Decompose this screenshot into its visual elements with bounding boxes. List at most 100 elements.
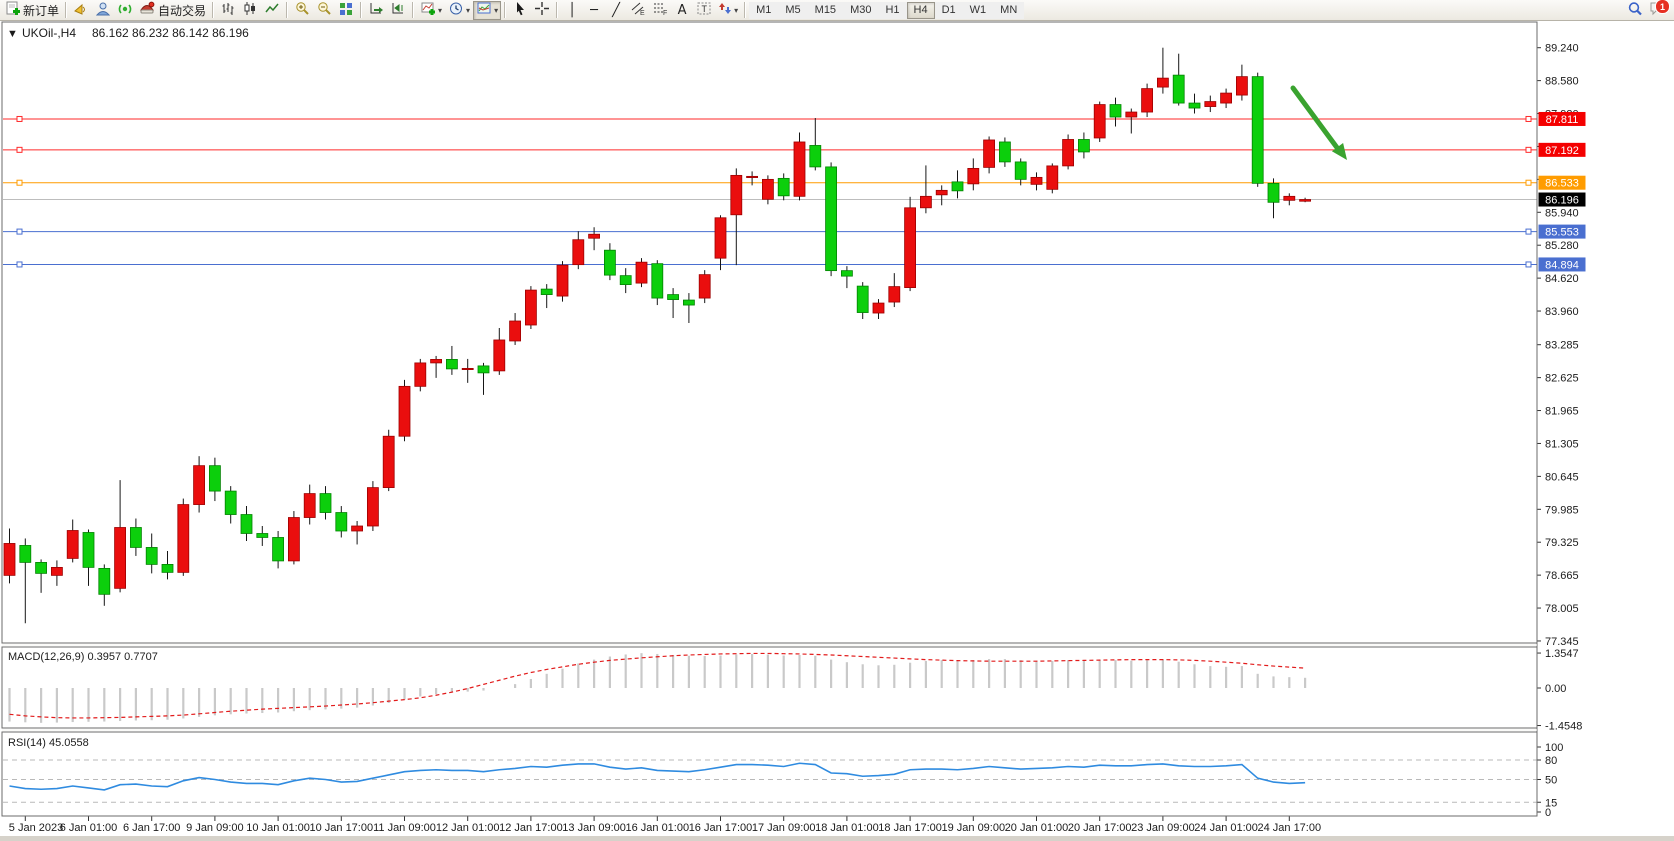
timeframe-button-w1[interactable]: W1 [963,2,994,19]
line-handle[interactable] [17,180,22,185]
time-axis-label: 12 Jan 01:00 [436,822,500,834]
alert-sound-button[interactable] [70,1,92,20]
candle [952,182,963,191]
periods-button[interactable]: ▾ [445,1,473,20]
bar-chart-button[interactable] [217,1,239,20]
line-handle[interactable] [17,116,22,121]
candle [1205,102,1216,107]
candle [652,264,663,298]
candle [1047,166,1058,189]
auto-scroll-icon [368,1,384,19]
notifications-button[interactable]: 1 [1646,0,1668,20]
candle [1094,105,1105,138]
support-button[interactable] [92,1,114,20]
time-axis-label: 20 Jan 17:00 [1068,822,1132,834]
line-handle[interactable] [17,262,22,267]
candle [478,366,489,373]
candle [415,363,426,386]
timeframe-button-m15[interactable]: M15 [808,2,843,19]
toolbar: 新订单 自动交易 [0,0,1674,21]
search-button[interactable] [1624,1,1646,20]
candle [241,515,252,534]
toolbar-separator [744,2,746,18]
candle [826,167,837,271]
arrows-tool-button[interactable]: ▾ [715,1,741,20]
time-axis-label: 13 Jan 09:00 [562,822,626,834]
horizontal-line-tool-button[interactable]: ─ [583,1,605,20]
price-axis-label: 85.280 [1545,240,1579,252]
candle [510,321,521,341]
candlestick-chart-button[interactable] [239,1,261,20]
candle [288,518,299,561]
price-axis-label: 84.620 [1545,273,1579,285]
templates-button[interactable]: ▾ [473,1,501,20]
line-handle[interactable] [17,229,22,234]
price-axis-label: 89.240 [1545,43,1579,55]
trendline-tool-button[interactable]: ╱ [605,1,627,20]
new-order-button[interactable]: 新订单 [2,1,62,20]
candle [1221,93,1232,103]
cursor-tool-button[interactable] [509,1,531,20]
search-icon [1627,1,1643,20]
candle [715,218,726,258]
candle [984,140,995,167]
dropdown-arrow-icon: ▾ [494,6,498,15]
price-axis-label: 78.665 [1545,570,1579,582]
timeframe-button-h1[interactable]: H1 [878,2,906,19]
candle [273,537,284,560]
timeframe-button-m30[interactable]: M30 [843,2,878,19]
candle [320,494,331,513]
fibonacci-tool-button[interactable]: F [649,1,671,20]
line-handle[interactable] [1526,262,1531,267]
price-level-badge-label: 85.553 [1545,227,1579,239]
new-order-label: 新订单 [23,2,59,19]
timeframe-button-d1[interactable]: D1 [935,2,963,19]
equidistant-channel-icon: E [630,1,646,19]
autotrading-button[interactable]: 自动交易 [136,1,209,20]
zoom-in-button[interactable] [291,1,313,20]
candle [83,532,94,567]
candle [446,359,457,368]
horn-icon [73,1,89,19]
line-handle[interactable] [1526,229,1531,234]
timeframe-button-h4[interactable]: H4 [907,2,935,19]
notification-badge: 1 [1655,0,1670,14]
candle [257,533,268,537]
timeframe-button-mn[interactable]: MN [993,2,1024,19]
chart-collapse-icon[interactable]: ▼ [7,28,18,40]
channel-tool-button[interactable]: E [627,1,649,20]
support-person-icon [95,1,111,19]
text-label-tool-button[interactable]: T [693,1,715,20]
candle [778,178,789,195]
chart-canvas[interactable]: 89.24088.58087.92087.26086.60085.94085.2… [0,0,1674,841]
candle [1284,196,1295,200]
candle [589,234,600,238]
macd-axis-label: 1.3547 [1545,648,1579,660]
toolbar-separator [556,2,558,18]
price-axis-label: 82.625 [1545,373,1579,385]
line-chart-button[interactable] [261,1,283,20]
line-handle[interactable] [1526,180,1531,185]
auto-scroll-button[interactable] [365,1,387,20]
vertical-line-tool-button[interactable]: │ [561,1,583,20]
indicators-button[interactable]: ▾ [417,1,445,20]
timeframe-button-m5[interactable]: M5 [778,2,807,19]
chart-shift-button[interactable] [387,1,409,20]
timeframe-button-m1[interactable]: M1 [749,2,778,19]
news-broadcast-button[interactable] [114,1,136,20]
price-axis-label: 77.345 [1545,636,1579,648]
dropdown-arrow-icon: ▾ [438,6,442,15]
line-handle[interactable] [1526,116,1531,121]
line-handle[interactable] [17,147,22,152]
rsi-axis-label: 0 [1545,807,1551,819]
candle [1189,103,1200,108]
price-axis-label: 78.005 [1545,603,1579,615]
text-tool-button[interactable]: A [671,1,693,20]
crosshair-tool-button[interactable] [531,1,553,20]
line-handle[interactable] [1526,147,1531,152]
zoom-out-button[interactable] [313,1,335,20]
candle [636,262,647,283]
candle [620,276,631,285]
horizontal-line-icon: ─ [590,4,598,17]
tile-windows-button[interactable] [335,1,357,20]
